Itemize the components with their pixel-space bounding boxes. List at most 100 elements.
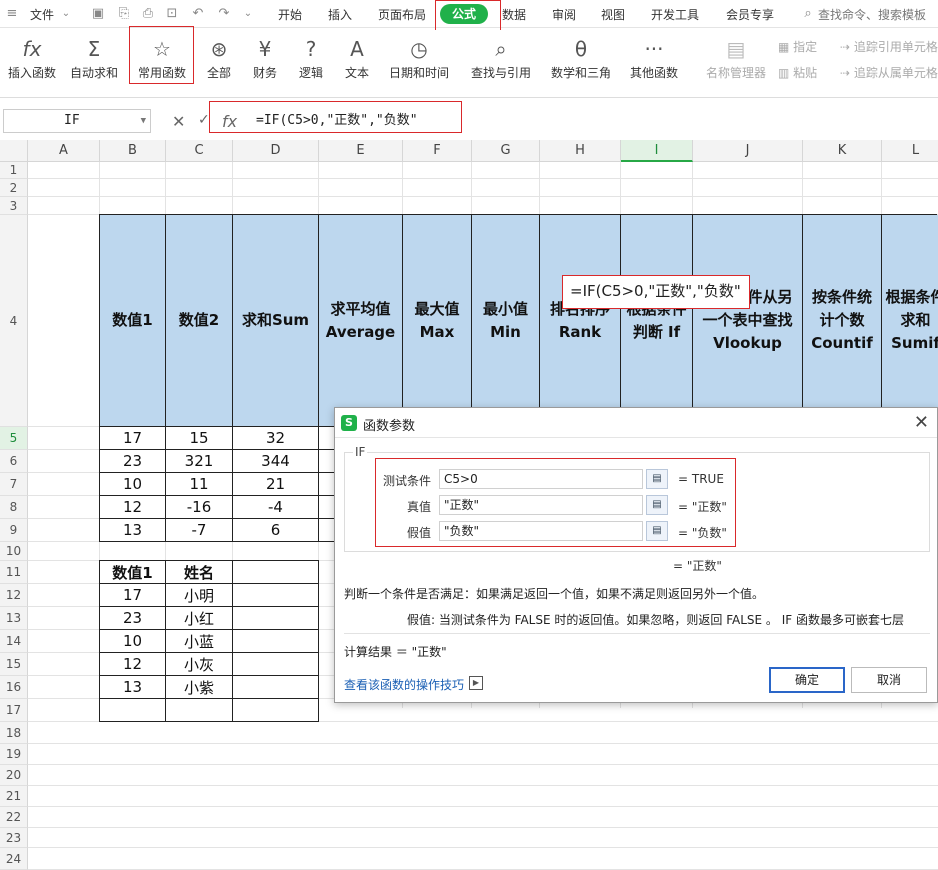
tab-insert[interactable]: 插入 — [328, 6, 352, 23]
row-header-23[interactable]: 23 — [0, 828, 28, 848]
table-cell[interactable]: 32 — [233, 427, 319, 450]
table-header-cell[interactable]: 最大值 Max — [403, 215, 472, 427]
table-cell[interactable]: 23 — [100, 450, 166, 473]
ok-button[interactable]: 确定 — [769, 667, 845, 693]
tab-data[interactable]: 数据 — [502, 6, 526, 23]
tab-home[interactable]: 开始 — [278, 6, 302, 23]
table-cell[interactable]: 13 — [100, 519, 166, 542]
datetime-button[interactable]: ◷ 日期和时间 — [382, 34, 456, 90]
row-header-1[interactable]: 1 — [0, 162, 28, 179]
specify-button[interactable]: ▦ 指定 — [778, 38, 817, 55]
preview-icon[interactable]: ⊡ — [164, 6, 180, 22]
paste-button[interactable]: ▥ 粘贴 — [778, 64, 817, 81]
autosum-button[interactable]: Σ 自动求和 — [64, 34, 124, 90]
table-cell[interactable]: 10 — [100, 473, 166, 496]
row-header-5[interactable]: 5 — [0, 427, 28, 450]
row-header-10[interactable]: 10 — [0, 542, 28, 561]
table-cell[interactable]: 23 — [100, 607, 166, 630]
table-header-cell[interactable]: 求和Sum — [233, 215, 319, 427]
row-header-13[interactable]: 13 — [0, 607, 28, 630]
table-cell[interactable]: -7 — [166, 519, 233, 542]
row-header-22[interactable]: 22 — [0, 807, 28, 828]
column-header-k[interactable]: K — [803, 140, 882, 162]
column-header-g[interactable]: G — [472, 140, 540, 162]
other-functions-button[interactable]: ··· 其他函数 — [622, 34, 686, 90]
table-cell[interactable]: 13 — [100, 676, 166, 699]
row-header-6[interactable]: 6 — [0, 450, 28, 473]
tab-member[interactable]: 会员专享 — [726, 6, 774, 23]
redo-icon[interactable]: ↷ — [216, 6, 232, 22]
all-functions-button[interactable]: ⊛ 全部 — [198, 34, 240, 90]
table-cell[interactable]: 321 — [166, 450, 233, 473]
table-cell[interactable]: 小蓝 — [166, 630, 233, 653]
row-header-15[interactable]: 15 — [0, 653, 28, 676]
row-header-18[interactable]: 18 — [0, 722, 28, 744]
name-manager-button[interactable]: ▤ 名称管理器 — [702, 34, 770, 90]
table-cell[interactable]: 17 — [100, 584, 166, 607]
column-header-b[interactable]: B — [100, 140, 166, 162]
insert-function-button[interactable]: fx 插入函数 — [4, 34, 60, 90]
table-header-cell[interactable]: 根据条件 判断 If — [621, 215, 693, 427]
table-header-cell[interactable]: 最小值 Min — [472, 215, 540, 427]
search-command[interactable]: 查找命令、搜索模板 — [818, 6, 926, 23]
help-link[interactable]: 查看该函数的操作技巧 — [344, 676, 464, 693]
table-cell[interactable]: 12 — [100, 653, 166, 676]
table-cell[interactable] — [233, 699, 319, 722]
math-button[interactable]: θ 数学和三角 — [544, 34, 618, 90]
row-header-11[interactable]: 11 — [0, 561, 28, 584]
table-cell[interactable] — [166, 699, 233, 722]
row-header-3[interactable]: 3 — [0, 197, 28, 215]
tab-view[interactable]: 视图 — [601, 6, 625, 23]
logical-button[interactable]: ? 逻辑 — [290, 34, 332, 90]
table-header-cell[interactable]: 根据条件 求和 Sumif — [882, 215, 938, 427]
table-header-cell[interactable]: 数值2 — [166, 215, 233, 427]
table-cell[interactable] — [233, 653, 319, 676]
table-cell[interactable]: 小紫 — [166, 676, 233, 699]
column-header-j[interactable]: J — [693, 140, 803, 162]
row-header-17[interactable]: 17 — [0, 699, 28, 722]
table-cell[interactable]: 11 — [166, 473, 233, 496]
table-cell[interactable] — [100, 699, 166, 722]
table-header-cell[interactable]: 数值1 — [100, 215, 166, 427]
table-cell[interactable]: 小红 — [166, 607, 233, 630]
menu-icon[interactable]: ≡ — [4, 6, 20, 22]
row-header-14[interactable]: 14 — [0, 630, 28, 653]
video-icon[interactable]: ▶ — [469, 676, 483, 690]
table-cell[interactable]: 12 — [100, 496, 166, 519]
editing-cell[interactable]: =IF(C5>0,"正数","负数" — [562, 275, 750, 309]
table-header-cell[interactable]: 数值1 — [100, 561, 166, 584]
row-header-12[interactable]: 12 — [0, 584, 28, 607]
row-header-16[interactable]: 16 — [0, 676, 28, 699]
row-header-4[interactable]: 4 — [0, 215, 28, 427]
row-header-9[interactable]: 9 — [0, 519, 28, 542]
row-header-19[interactable]: 19 — [0, 744, 28, 765]
column-header-c[interactable]: C — [166, 140, 233, 162]
table-cell[interactable]: 21 — [233, 473, 319, 496]
name-box[interactable]: IF ▼ — [3, 109, 151, 133]
text-button[interactable]: A 文本 — [336, 34, 378, 90]
table-cell[interactable]: 15 — [166, 427, 233, 450]
table-header-cell[interactable] — [233, 561, 319, 584]
table-header-cell[interactable]: 姓名 — [166, 561, 233, 584]
cancel-button[interactable]: 取消 — [851, 667, 927, 693]
print-icon[interactable]: ⎙ — [140, 6, 156, 22]
table-cell[interactable] — [233, 607, 319, 630]
column-header-h[interactable]: H — [540, 140, 621, 162]
table-cell[interactable]: -4 — [233, 496, 319, 519]
table-cell[interactable] — [233, 676, 319, 699]
undo-icon[interactable]: ↶ — [190, 6, 206, 22]
table-cell[interactable]: 10 — [100, 630, 166, 653]
tab-developer[interactable]: 开发工具 — [651, 6, 699, 23]
tab-page-layout[interactable]: 页面布局 — [378, 6, 426, 23]
column-header-e[interactable]: E — [319, 140, 403, 162]
trace-precedents-button[interactable]: ⇢ 追踪引用单元格 — [840, 38, 938, 55]
file-menu[interactable]: 文件 — [30, 6, 54, 23]
column-header-l[interactable]: L — [882, 140, 938, 162]
trace-dependents-button[interactable]: ⇢ 追踪从属单元格 — [840, 64, 938, 81]
column-header-f[interactable]: F — [403, 140, 472, 162]
column-header-i[interactable]: I — [621, 140, 693, 162]
financial-button[interactable]: ¥ 财务 — [244, 34, 286, 90]
table-header-cell[interactable]: 按条件统 计个数 Countif — [803, 215, 882, 427]
table-cell[interactable]: 6 — [233, 519, 319, 542]
column-header-a[interactable]: A — [28, 140, 100, 162]
